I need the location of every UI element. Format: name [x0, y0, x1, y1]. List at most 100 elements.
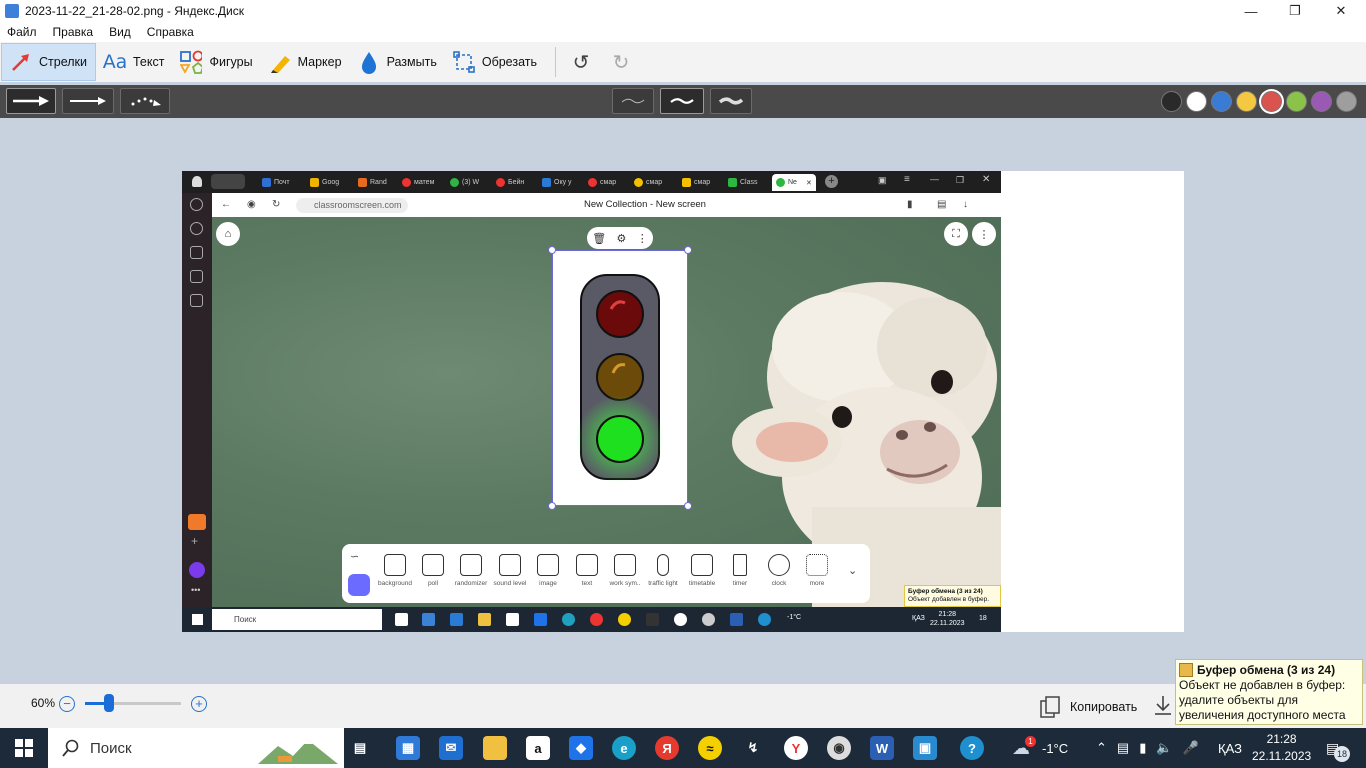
- screenshot-tool-icon[interactable]: ▣: [913, 736, 937, 760]
- taskbar-clock[interactable]: 21:28 22.11.2023: [1252, 731, 1311, 765]
- color-swatch-yellow[interactable]: [1236, 91, 1257, 112]
- app-icon[interactable]: [646, 613, 659, 626]
- more-icon[interactable]: •••: [191, 585, 200, 595]
- url-field[interactable]: classroomscreen.com: [296, 198, 408, 213]
- tab-group-button[interactable]: [211, 174, 245, 189]
- widget-more-icon[interactable]: ⋮: [637, 232, 648, 245]
- nested-search-box[interactable]: Поиск: [212, 609, 382, 630]
- alice-icon[interactable]: [189, 562, 205, 578]
- yandex-browser-icon[interactable]: [674, 613, 687, 626]
- color-swatch-red[interactable]: [1261, 91, 1282, 112]
- collections-icon[interactable]: [190, 294, 203, 307]
- browser-tab[interactable]: Бейн: [496, 174, 524, 191]
- yandex-browser-icon[interactable]: Y: [784, 736, 808, 760]
- network-icon[interactable]: ▤: [1117, 740, 1129, 756]
- browser-tab[interactable]: (3) W: [450, 174, 479, 191]
- stroke-thick[interactable]: [710, 88, 752, 114]
- maximize-button[interactable]: ❐: [1272, 0, 1318, 22]
- yandex-icon[interactable]: Я: [655, 736, 679, 760]
- dock-background[interactable]: background: [376, 554, 414, 600]
- word-icon[interactable]: [730, 613, 743, 626]
- fullscreen-icon[interactable]: ⛶: [944, 222, 968, 246]
- folder-icon[interactable]: [478, 613, 491, 626]
- browser-tab[interactable]: смар: [634, 174, 662, 191]
- history-icon[interactable]: [190, 198, 203, 211]
- profile-icon[interactable]: [192, 176, 202, 187]
- battery-icon[interactable]: ▮: [1139, 740, 1146, 756]
- file-explorer-icon[interactable]: [483, 736, 507, 760]
- add-panel-icon[interactable]: +: [191, 534, 198, 548]
- help-icon[interactable]: [758, 613, 771, 626]
- stroke-medium[interactable]: [660, 88, 704, 114]
- yandex-market-icon[interactable]: [618, 613, 631, 626]
- menu-file[interactable]: Файл: [7, 25, 37, 39]
- help-icon[interactable]: ?: [960, 736, 984, 760]
- arrow-style-thin[interactable]: [62, 88, 114, 114]
- store-icon[interactable]: [422, 613, 435, 626]
- browser-close-icon[interactable]: ✕: [982, 174, 990, 185]
- zoom-slider-thumb[interactable]: [104, 694, 114, 712]
- start-icon[interactable]: [192, 614, 203, 625]
- dropbox-icon[interactable]: [534, 613, 547, 626]
- browser-tab[interactable]: смар: [588, 174, 616, 191]
- zoom-slider[interactable]: [85, 694, 181, 712]
- download-icon[interactable]: ↓: [963, 199, 968, 210]
- dock-sound-level[interactable]: sound level: [491, 554, 529, 600]
- dock-image[interactable]: image: [529, 554, 567, 600]
- resize-handle[interactable]: [548, 502, 556, 510]
- chevron-down-icon[interactable]: ⌄: [848, 564, 857, 577]
- yandex-market-icon[interactable]: ≈: [698, 736, 722, 760]
- notification-center[interactable]: ▤ 18: [1326, 728, 1350, 768]
- calendar-icon[interactable]: [190, 246, 203, 259]
- amazon-icon[interactable]: [506, 613, 519, 626]
- color-swatch-gray[interactable]: [1336, 91, 1357, 112]
- browser-restore-icon[interactable]: ❐: [956, 175, 964, 186]
- tool-arrows[interactable]: Стрелки: [1, 43, 96, 81]
- browser-tab[interactable]: Class: [728, 174, 758, 191]
- browser-tab[interactable]: Goog: [310, 174, 339, 191]
- bookmark-panel-icon[interactable]: ▣: [878, 175, 887, 186]
- settings-icon[interactable]: ⚙: [617, 232, 627, 245]
- store-icon[interactable]: ▦: [396, 736, 420, 760]
- nested-notification-count[interactable]: 18: [979, 615, 987, 622]
- dock-work-symbols[interactable]: work sym..: [606, 554, 644, 600]
- browser-tab-active[interactable]: Ne ✕: [772, 174, 816, 191]
- nested-weather[interactable]: -1°C: [787, 614, 801, 621]
- menu-help[interactable]: Справка: [147, 25, 194, 39]
- zoom-out-icon[interactable]: −: [59, 696, 75, 712]
- download-icon[interactable]: [1153, 694, 1173, 719]
- browser-tab[interactable]: смар: [682, 174, 710, 191]
- taskview-icon[interactable]: [395, 613, 408, 626]
- browser-tab[interactable]: Оку у: [542, 174, 572, 191]
- tool-marker[interactable]: Маркер: [261, 43, 350, 81]
- close-tab-icon[interactable]: ✕: [806, 179, 812, 187]
- browser-tab[interactable]: Почт: [262, 174, 290, 191]
- minimize-button[interactable]: —: [1228, 0, 1274, 22]
- color-swatch-black[interactable]: [1161, 91, 1182, 112]
- mail-app-icon[interactable]: [188, 514, 206, 530]
- language-indicator[interactable]: ҚАЗ: [1218, 728, 1242, 768]
- close-button[interactable]: ✕: [1318, 0, 1364, 22]
- more-options-icon[interactable]: ⋮: [972, 222, 996, 246]
- resize-handle[interactable]: [684, 502, 692, 510]
- word-icon[interactable]: W: [870, 736, 894, 760]
- resize-handle[interactable]: [548, 246, 556, 254]
- color-swatch-white[interactable]: [1186, 91, 1207, 112]
- redo-icon[interactable]: ↻: [606, 47, 636, 77]
- dock-traffic-light[interactable]: traffic light: [644, 554, 682, 600]
- draw-icon[interactable]: ∽: [350, 550, 359, 563]
- dock-poll[interactable]: poll: [414, 554, 452, 600]
- microphone-icon[interactable]: 🎤: [1183, 740, 1199, 756]
- dock-more[interactable]: more: [798, 554, 836, 600]
- zoom-in-icon[interactable]: +: [191, 696, 207, 712]
- undo-icon[interactable]: ↺: [566, 47, 596, 77]
- volume-icon[interactable]: 🔈: [1156, 740, 1172, 756]
- weather-widget[interactable]: ☁ 1 -1°C: [1012, 728, 1068, 768]
- dock-timetable[interactable]: timetable: [683, 554, 721, 600]
- taskbar-search[interactable]: Поиск: [48, 728, 344, 768]
- tool-text[interactable]: Aa Текст: [96, 43, 172, 81]
- mail-icon[interactable]: ✉: [439, 736, 463, 760]
- app-icon[interactable]: [702, 613, 715, 626]
- browser-minimize-icon[interactable]: —: [930, 174, 939, 184]
- dock-clock[interactable]: clock: [760, 554, 798, 600]
